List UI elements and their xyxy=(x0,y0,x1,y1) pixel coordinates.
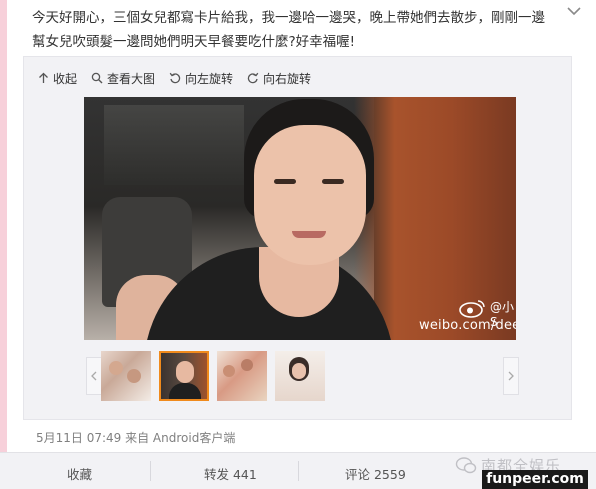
watermark-url: weibo.com/dees xyxy=(419,318,516,333)
action-divider xyxy=(298,461,299,481)
repost-button[interactable]: 转发 441 xyxy=(204,464,257,483)
favorite-button[interactable]: 收藏 xyxy=(67,464,92,483)
weibo-eye-icon xyxy=(459,300,485,318)
chevron-down-icon[interactable] xyxy=(563,2,585,20)
collapse-arrow-icon xyxy=(39,72,48,83)
magnifier-icon xyxy=(91,72,103,84)
photo-eye-right xyxy=(322,179,344,184)
side-strip xyxy=(0,0,7,489)
media-box: 收起 查看大图 向左旋转 向右旋转 @小S weibo.com/de xyxy=(23,56,572,420)
collapse-button[interactable]: 收起 xyxy=(38,68,77,88)
chevron-right-icon xyxy=(508,371,514,381)
rotate-left-button[interactable]: 向左旋转 xyxy=(169,68,233,88)
thumbnail-face xyxy=(176,361,194,383)
thumbnail-active[interactable] xyxy=(159,351,209,401)
thumbnail[interactable] xyxy=(275,351,325,401)
thumbnail-shirt xyxy=(169,383,201,399)
rotate-right-icon xyxy=(247,72,259,84)
post-meta: 5月11日 07:49 来自 Android客户端 xyxy=(36,431,236,445)
site-badge: funpeer.com xyxy=(482,470,588,489)
thumbnail-face xyxy=(292,363,306,379)
thumb-next-button[interactable] xyxy=(503,357,519,395)
rotate-right-label: 向右旋转 xyxy=(263,71,312,86)
post-text: 今天好開心，三個女兒都寫卡片給我，我一邊哈一邊哭，晚上帶她們去散步，剛剛一邊幫女… xyxy=(32,10,545,50)
rotate-right-button[interactable]: 向右旋转 xyxy=(247,68,311,88)
photo-eye-left xyxy=(274,179,296,184)
view-large-button[interactable]: 查看大图 xyxy=(91,68,155,88)
thumbnail[interactable] xyxy=(217,351,267,401)
view-large-label: 查看大图 xyxy=(107,71,156,86)
thumbnail-figure xyxy=(241,359,253,371)
thumbnail[interactable] xyxy=(101,351,151,401)
chat-bubble-icon xyxy=(455,457,477,474)
main-photo[interactable]: @小S weibo.com/dees xyxy=(84,97,516,340)
media-toolbar: 收起 查看大图 向左旋转 向右旋转 xyxy=(38,68,325,88)
thumbnail-figure xyxy=(109,361,123,375)
action-divider xyxy=(150,461,151,481)
thumb-prev-button[interactable] xyxy=(86,357,102,395)
rotate-left-label: 向左旋转 xyxy=(185,71,234,86)
thumbnail-figure xyxy=(223,365,235,377)
thumbnail-figure xyxy=(127,369,141,383)
thumbnail-strip xyxy=(101,351,333,401)
photo-window xyxy=(104,105,244,185)
photo-mouth xyxy=(292,231,326,238)
photo-face xyxy=(254,125,366,265)
collapse-label: 收起 xyxy=(53,71,78,86)
comment-button[interactable]: 评论 2559 xyxy=(345,464,406,483)
rotate-left-icon xyxy=(169,72,181,84)
chevron-left-icon xyxy=(91,371,97,381)
